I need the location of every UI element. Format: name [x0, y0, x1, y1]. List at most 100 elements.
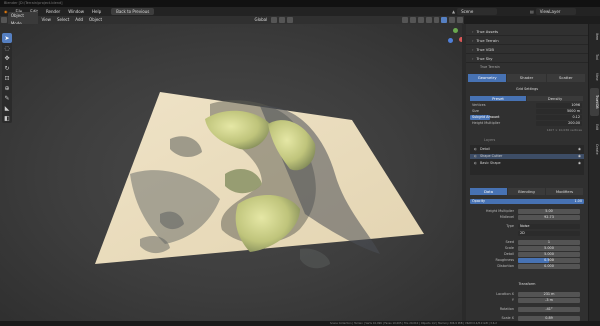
transform-orientation[interactable]: Global: [251, 16, 270, 24]
snap-icon[interactable]: [279, 17, 285, 23]
subgrid-amount-field[interactable]: 0.12: [536, 115, 582, 120]
param-row: Roughness 0.500: [466, 258, 588, 263]
material-shading-icon[interactable]: [449, 17, 456, 23]
menu-select[interactable]: Select: [54, 16, 72, 24]
eye-icon[interactable]: ◉: [578, 147, 581, 152]
layer-tabs: Data Blending Modifiers: [470, 188, 584, 195]
cursor-select-icon[interactable]: ➤: [2, 33, 12, 43]
vtab-tool[interactable]: Tool: [590, 48, 599, 66]
tab-preset[interactable]: Preset: [470, 96, 526, 101]
move-icon[interactable]: ✥: [2, 53, 12, 63]
menu-help[interactable]: Help: [88, 7, 105, 16]
grid-row: Size 5000 m: [472, 109, 582, 114]
back-to-previous-button[interactable]: Back to Previous: [111, 8, 155, 15]
opacity-slider[interactable]: [470, 199, 584, 204]
solid-shading-icon[interactable]: [441, 17, 448, 23]
3d-viewport[interactable]: [0, 24, 464, 326]
height-multiplier-value[interactable]: 5.00: [518, 209, 580, 214]
opacity-row: Opacity 1.00: [470, 199, 584, 204]
vtab-view[interactable]: View: [590, 68, 599, 86]
measure-icon[interactable]: ◣: [2, 103, 12, 113]
xray-icon[interactable]: [425, 17, 432, 23]
rotation-value[interactable]: -41°: [518, 307, 580, 312]
gizmo-toggle-icon[interactable]: [410, 17, 416, 23]
layers-list: ◐ Detail ◉ ◐ Shape Cutter ◉ ◐ Basic Shape ◉: [470, 145, 584, 175]
vtab-edit[interactable]: Edit: [590, 118, 599, 136]
section-true-sky[interactable]: › True Sky: [466, 55, 588, 63]
grid-settings-title: Grid Settings: [515, 87, 539, 91]
tab-data[interactable]: Data: [470, 188, 507, 195]
list-item[interactable]: ◐ Detail ◉: [470, 147, 584, 152]
rotate-icon[interactable]: ↻: [2, 63, 12, 73]
tab-density[interactable]: Density: [527, 96, 583, 101]
grid-row: Vertices 1096: [472, 103, 582, 108]
vtab-item[interactable]: Item: [590, 28, 599, 46]
distortion-value[interactable]: 0.000: [518, 264, 580, 269]
tool-shelf: ➤ ◌ ✥ ↻ ⊡ ⊕ ✎ ◣ ◧: [2, 33, 12, 123]
menu-object[interactable]: Object: [86, 16, 105, 24]
terrain-name: True Terrain: [480, 65, 500, 69]
transform-row: Location X 231 m: [466, 292, 588, 297]
tab-blending[interactable]: Blending: [508, 188, 545, 195]
tab-scatter[interactable]: Scatter: [546, 74, 585, 82]
section-true-vdb[interactable]: › True VDB: [466, 46, 588, 54]
pivot-icon[interactable]: [271, 17, 278, 23]
transform-row: Rotation -41°: [466, 307, 588, 312]
list-item[interactable]: ◐ Basic Shape ◉: [470, 161, 584, 166]
midlevel-value[interactable]: 92.73: [518, 215, 580, 220]
vtab-create[interactable]: Create: [590, 138, 599, 160]
transform-row: Y -3 m: [466, 298, 588, 303]
vtab-truevdb[interactable]: TrueVDB: [590, 88, 599, 116]
gizmo-z-axis-icon[interactable]: [448, 38, 453, 43]
wireframe-shading-icon[interactable]: [433, 17, 440, 23]
grid-row: Subgrid Amount 0.12: [470, 115, 582, 120]
section-true-assets[interactable]: › True Assets: [466, 28, 588, 36]
tab-shader[interactable]: Shader: [507, 74, 546, 82]
param-row: Scale 5.000: [466, 246, 588, 251]
seed-value[interactable]: 1: [518, 240, 580, 245]
editor-type-icon[interactable]: [1, 17, 7, 23]
sidebar-vertical-tabs: Item Tool View TrueVDB Edit Create: [589, 24, 600, 326]
vertices-field[interactable]: 1096: [536, 103, 582, 108]
tab-geometry[interactable]: Geometry: [468, 74, 507, 82]
sidebar-panel: › True Assets › True Terrain › True VDB › Tr…: [466, 24, 588, 326]
location-x-value[interactable]: 231 m: [518, 292, 580, 297]
viewlayer-icon: ▤: [530, 9, 534, 14]
eye-icon[interactable]: ◉: [578, 161, 581, 166]
scale-value[interactable]: 5.000: [518, 246, 580, 251]
type-dropdown[interactable]: Noise: [518, 224, 580, 229]
menu-add[interactable]: Add: [72, 16, 86, 24]
visibility-icon[interactable]: [402, 17, 409, 23]
param-row: Detail 5.000: [466, 252, 588, 257]
eye-icon[interactable]: ◉: [578, 154, 581, 159]
rendered-shading-icon[interactable]: [457, 17, 464, 23]
param-row: Seed 1: [466, 240, 588, 245]
menu-window[interactable]: Window: [64, 7, 88, 16]
overlay-icon[interactable]: [417, 17, 424, 23]
select-box-icon[interactable]: ◌: [2, 43, 12, 53]
section-true-terrain[interactable]: › True Terrain: [466, 37, 588, 45]
transform-icon[interactable]: ⊕: [2, 83, 12, 93]
add-cube-icon[interactable]: ◧: [2, 113, 12, 123]
dimension-dropdown[interactable]: 2D: [518, 231, 580, 236]
viewlayer-selector[interactable]: ViewLayer: [535, 8, 576, 15]
param-row: Distortion 0.000: [466, 264, 588, 269]
annotate-icon[interactable]: ✎: [2, 93, 12, 103]
gizmo-y-axis-icon[interactable]: [453, 28, 458, 33]
detail-value[interactable]: 5.000: [518, 252, 580, 257]
scene-icon: ▲: [452, 9, 456, 14]
location-y-value[interactable]: -3 m: [518, 298, 580, 303]
layer-icon: ◐: [474, 147, 477, 151]
height-multiplier-field[interactable]: 200.00: [536, 121, 582, 126]
tab-modifiers[interactable]: Modifiers: [546, 188, 583, 195]
terrain-name-row: True Terrain: [466, 65, 588, 70]
viewport-header: Object Mode View Select Add Object Globa…: [0, 12, 464, 28]
scene-selector[interactable]: Scene: [457, 8, 498, 15]
size-field[interactable]: 5000 m: [536, 109, 582, 114]
list-item[interactable]: ◐ Shape Cutter ◉: [470, 154, 584, 159]
menu-view[interactable]: View: [38, 16, 54, 24]
menu-render[interactable]: Render: [42, 7, 64, 16]
proportional-icon[interactable]: [286, 17, 293, 23]
scale-icon[interactable]: ⊡: [2, 73, 12, 83]
param-row: Midlevel 92.73: [466, 215, 588, 220]
